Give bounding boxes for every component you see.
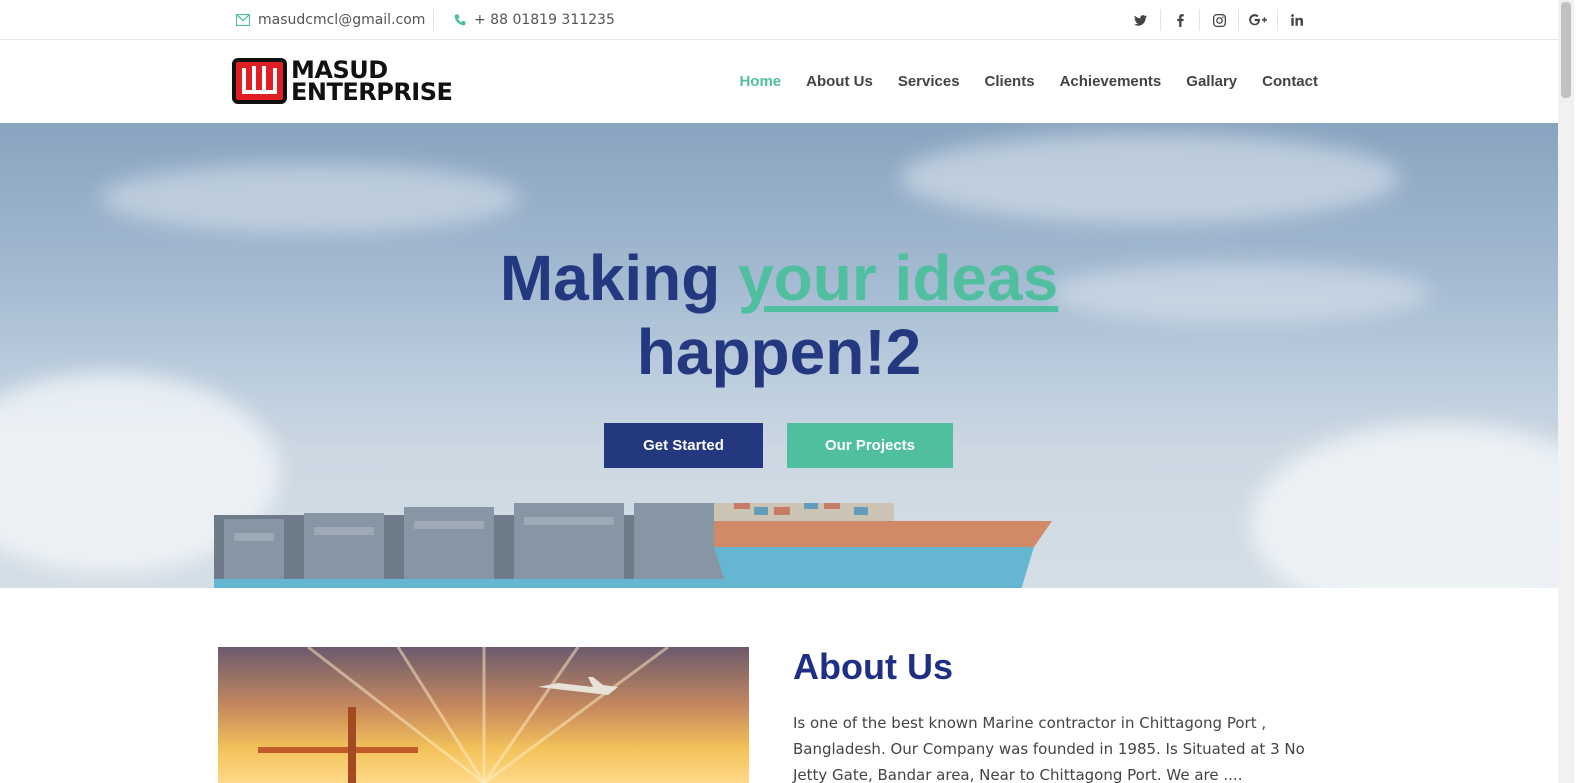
main-nav: Home About Us Services Clients Achieveme… [714, 40, 1318, 123]
nav-services[interactable]: Services [898, 73, 960, 90]
google-plus-icon[interactable] [1238, 9, 1277, 31]
nav-achievements[interactable]: Achievements [1060, 73, 1162, 90]
nav-gallary[interactable]: Gallary [1186, 73, 1237, 90]
nav-home[interactable]: Home [739, 73, 781, 90]
nav-about-us[interactable]: About Us [806, 73, 873, 90]
divider [433, 9, 434, 31]
envelope-icon [236, 14, 250, 26]
hero-section: Making your ideas happen!2 Get Started Ou… [0, 123, 1558, 588]
hero-title-post: happen!2 [636, 316, 922, 388]
phone-link[interactable]: + 88 01819 311235 [454, 0, 615, 40]
linkedin-icon[interactable] [1277, 9, 1316, 31]
top-bar: masudcmcl@gmail.com + 88 01819 311235 [0, 0, 1558, 40]
twitter-icon[interactable] [1121, 9, 1160, 31]
facebook-icon[interactable] [1160, 9, 1199, 31]
scrollbar-thumb[interactable] [1561, 2, 1571, 98]
logo-mark-icon [232, 58, 287, 104]
company-logo[interactable]: MASUD ENTERPRISE [232, 58, 453, 106]
site-header: MASUD ENTERPRISE Home About Us Services … [0, 40, 1558, 123]
phone-icon [454, 14, 466, 26]
scrollbar-track[interactable] [1558, 0, 1574, 783]
email-link[interactable]: masudcmcl@gmail.com [236, 0, 425, 40]
nav-clients[interactable]: Clients [985, 73, 1035, 90]
instagram-icon[interactable] [1199, 9, 1238, 31]
social-links [1121, 0, 1316, 40]
nav-contact[interactable]: Contact [1262, 73, 1318, 90]
hero-title: Making your ideas happen!2 [0, 241, 1558, 389]
hero-title-pre: Making [499, 242, 739, 314]
about-image [218, 647, 749, 783]
about-heading: About Us [793, 646, 953, 687]
phone-text: + 88 01819 311235 [474, 12, 615, 28]
hero-title-highlight: your ideas [738, 242, 1059, 314]
email-text: masudcmcl@gmail.com [258, 12, 426, 28]
our-projects-button[interactable]: Our Projects [787, 423, 953, 468]
logo-line-2: ENTERPRISE [291, 78, 453, 106]
about-paragraph: Is one of the best known Marine contract… [793, 714, 1305, 783]
logo-text: MASUD ENTERPRISE [291, 58, 453, 106]
page-scrollbar[interactable] [1558, 0, 1594, 783]
get-started-button[interactable]: Get Started [604, 423, 763, 468]
